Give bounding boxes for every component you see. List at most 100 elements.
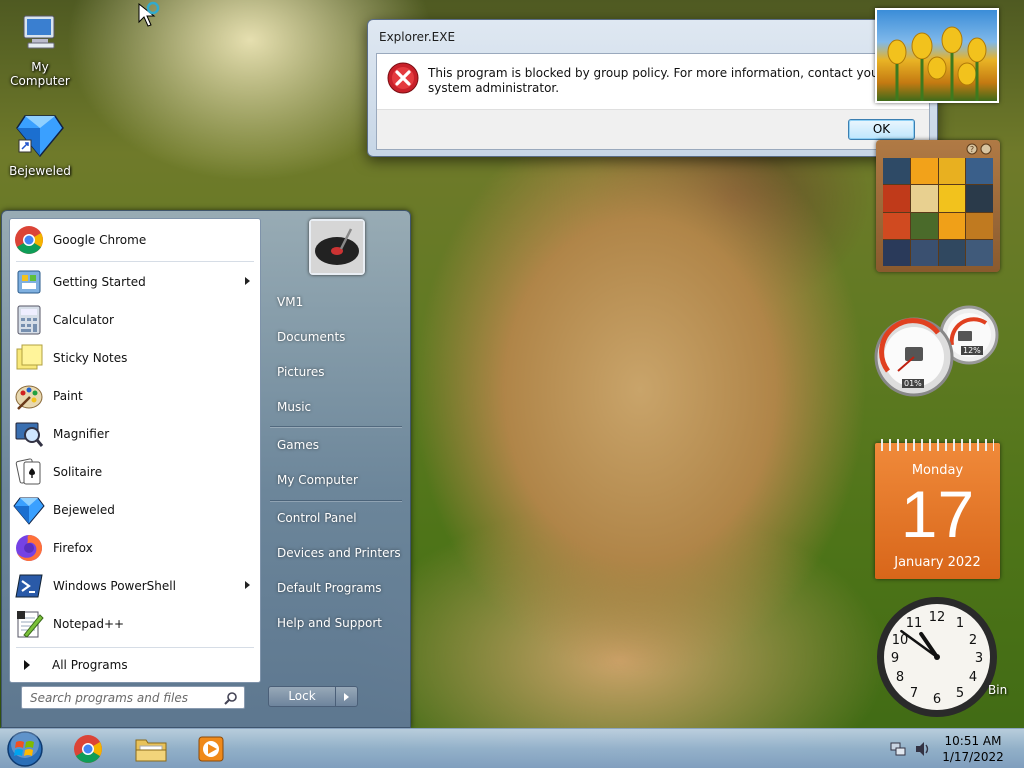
- start-button[interactable]: [5, 730, 45, 768]
- getting-started-icon: [13, 266, 45, 298]
- svg-text:8: 8: [896, 670, 904, 685]
- svg-text:2: 2: [969, 633, 977, 648]
- right-item-music[interactable]: Music: [277, 400, 311, 414]
- magnifier-icon: [13, 418, 45, 450]
- tray-clock[interactable]: 10:51 AM 1/17/2022: [937, 733, 1009, 765]
- windows-logo-icon: [7, 730, 43, 767]
- program-firefox[interactable]: Firefox: [13, 530, 258, 566]
- search-placeholder: Search programs and files: [30, 691, 188, 705]
- right-separator: [270, 500, 402, 501]
- mouse-cursor-icon: [138, 1, 160, 27]
- calculator-icon: [13, 304, 45, 336]
- notepadpp-icon: [13, 608, 45, 640]
- program-solitaire[interactable]: Solitaire: [13, 454, 258, 490]
- dialog-body: This program is blocked by group policy.…: [376, 53, 930, 150]
- error-icon: [387, 62, 419, 97]
- program-calculator[interactable]: Calculator: [13, 302, 258, 338]
- right-item-devices-and-printers[interactable]: Devices and Printers: [277, 546, 401, 560]
- powershell-icon: [13, 570, 45, 602]
- svg-text:6: 6: [933, 692, 941, 707]
- calendar-month-year: January 2022: [894, 555, 981, 570]
- program-sticky-notes[interactable]: Sticky Notes: [13, 340, 258, 376]
- dialog-title: Explorer.EXE: [379, 30, 456, 44]
- right-item-help-and-support[interactable]: Help and Support: [277, 616, 382, 630]
- desktop-icon-my-computer[interactable]: My Computer: [0, 10, 80, 88]
- puzzle-grid[interactable]: [883, 158, 993, 266]
- puzzle-help-icon[interactable]: ?: [966, 143, 994, 155]
- right-item-vm1[interactable]: VM1: [277, 295, 303, 309]
- program-label: Calculator: [53, 313, 114, 327]
- desktop-icon-bejeweled[interactable]: Bejeweled: [0, 110, 80, 178]
- right-item-default-programs[interactable]: Default Programs: [277, 581, 382, 595]
- chrome-icon: [74, 735, 102, 763]
- calendar-gadget[interactable]: Monday 17 January 2022: [875, 439, 1000, 579]
- right-item-documents[interactable]: Documents: [277, 330, 345, 344]
- submenu-arrow-icon: [245, 277, 250, 285]
- program-label: Bejeweled: [53, 503, 115, 517]
- right-item-games[interactable]: Games: [277, 438, 319, 452]
- program-windows-powershell[interactable]: Windows PowerShell: [13, 568, 258, 604]
- shutdown-options-arrow-button[interactable]: [336, 686, 358, 707]
- program-getting-started[interactable]: Getting Started: [13, 264, 258, 300]
- all-programs-separator: [16, 647, 254, 648]
- slideshow-gadget[interactable]: [875, 8, 999, 103]
- cpu-meter-gadget[interactable]: 01% 12%: [874, 305, 1000, 397]
- network-icon[interactable]: [890, 741, 906, 757]
- taskbar-chrome[interactable]: [60, 731, 116, 767]
- submenu-arrow-icon: [245, 581, 250, 589]
- diamond-icon: [0, 110, 80, 161]
- program-label: Magnifier: [53, 427, 110, 441]
- clock-gadget[interactable]: 12 1 2 345 678 9 10 11: [874, 596, 1000, 718]
- ok-button[interactable]: OK: [848, 119, 915, 140]
- firefox-icon: [13, 532, 45, 564]
- program-magnifier[interactable]: Magnifier: [13, 416, 258, 452]
- volume-icon[interactable]: [914, 741, 932, 757]
- chrome-icon: [13, 224, 45, 256]
- program-notepadpp[interactable]: Notepad++: [13, 606, 258, 642]
- right-item-control-panel[interactable]: Control Panel: [277, 511, 357, 525]
- svg-text:11: 11: [906, 616, 923, 631]
- dialog-button-bar: OK: [377, 109, 929, 149]
- tulips-photo: [887, 26, 987, 101]
- memory-usage-value: 12%: [961, 346, 983, 355]
- program-label: Google Chrome: [53, 233, 147, 247]
- user-picture[interactable]: [309, 219, 365, 275]
- program-label: Sticky Notes: [53, 351, 128, 365]
- program-paint[interactable]: Paint: [13, 378, 258, 414]
- program-google-chrome[interactable]: Google Chrome: [13, 222, 258, 258]
- desktop-icon-label: Bejeweled: [9, 164, 71, 178]
- program-label: Solitaire: [53, 465, 103, 479]
- diamond-icon: [13, 494, 45, 526]
- cpu-usage-value: 01%: [902, 379, 924, 388]
- picture-puzzle-gadget[interactable]: ?: [876, 140, 1000, 272]
- program-label: Notepad++: [53, 617, 125, 631]
- right-item-pictures[interactable]: Pictures: [277, 365, 325, 379]
- lock-button[interactable]: Lock: [268, 686, 336, 707]
- all-programs-label: All Programs: [52, 658, 128, 672]
- all-programs-button[interactable]: All Programs: [16, 651, 256, 679]
- search-input[interactable]: Search programs and files: [21, 686, 245, 709]
- svg-text:7: 7: [910, 686, 918, 701]
- program-bejeweled[interactable]: Bejeweled: [13, 492, 258, 528]
- svg-text:5: 5: [956, 686, 964, 701]
- svg-text:1: 1: [956, 616, 964, 631]
- program-label: Firefox: [53, 541, 93, 555]
- paint-icon: [13, 380, 45, 412]
- tray-time: 10:51 AM: [944, 734, 1002, 748]
- program-label: Windows PowerShell: [53, 579, 176, 593]
- pinned-separator: [16, 261, 254, 262]
- svg-text:4: 4: [969, 670, 977, 685]
- svg-text:12: 12: [929, 610, 946, 625]
- right-item-my-computer[interactable]: My Computer: [277, 473, 358, 487]
- taskbar-explorer[interactable]: [123, 731, 179, 767]
- sticky-notes-icon: [13, 342, 45, 374]
- clock-face: 12 12 345 678 91011: [877, 597, 997, 717]
- start-menu: Google Chrome Getting Started Calculator…: [1, 210, 411, 728]
- taskbar-media-player[interactable]: [183, 731, 239, 767]
- recycle-bin-label[interactable]: Bin: [988, 683, 1007, 697]
- program-label: Getting Started: [53, 275, 146, 289]
- turntable-icon: [311, 221, 363, 273]
- dialog-message: This program is blocked by group policy.…: [428, 66, 884, 95]
- start-programs-pane: Google Chrome Getting Started Calculator…: [9, 218, 261, 683]
- error-dialog: Explorer.EXE ✕ This program is blocked b…: [367, 19, 938, 157]
